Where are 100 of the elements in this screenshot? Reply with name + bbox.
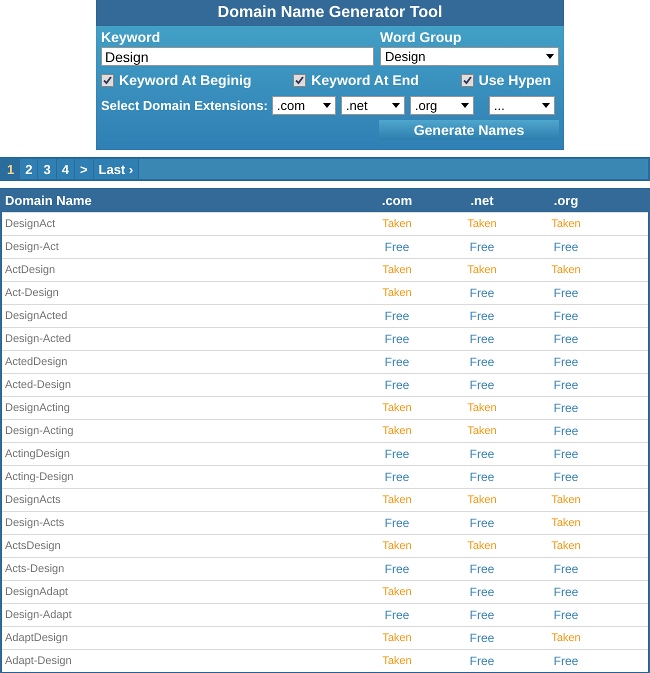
status-cell-text: Free bbox=[468, 608, 496, 622]
status-cell-text: Free bbox=[552, 470, 580, 484]
status-cell-text: Taken bbox=[550, 218, 582, 230]
status-cell-text: Taken bbox=[466, 264, 498, 276]
status-cell-text: Taken bbox=[466, 494, 498, 506]
domain-name-cell-text: Acts-Design bbox=[4, 563, 66, 575]
status-cell-text: Free bbox=[468, 516, 496, 530]
status-cell-text: Taken bbox=[381, 402, 413, 414]
column-header: .org bbox=[552, 192, 580, 208]
status-cell-text: Taken bbox=[381, 655, 413, 667]
domain-name-cell-text: Acted-Design bbox=[4, 379, 72, 391]
keyword-field[interactable]: Design bbox=[101, 47, 374, 66]
domain-name-cell-text: Design-Acts bbox=[4, 517, 66, 529]
status-cell-text: Free bbox=[552, 585, 580, 599]
extension-dropdown[interactable]: .com bbox=[272, 96, 336, 115]
status-cell-text: Free bbox=[468, 332, 496, 346]
domain-name-cell-text: DesignAdapt bbox=[4, 586, 69, 598]
status-cell-text: Free bbox=[468, 470, 496, 484]
status-cell-text: Free bbox=[384, 562, 410, 576]
status-cell-text: Free bbox=[384, 470, 410, 484]
domain-name-cell-text: DesignAct bbox=[4, 218, 56, 230]
option-label: Keyword At End bbox=[311, 72, 419, 88]
status-cell-text: Taken bbox=[550, 540, 582, 552]
keyword-label: Keyword bbox=[101, 29, 162, 45]
status-cell-text: Free bbox=[552, 240, 580, 254]
status-cell-text: Taken bbox=[381, 494, 413, 506]
status-cell-text: Free bbox=[468, 309, 496, 323]
option-label: Use Hypen bbox=[478, 72, 551, 88]
status-cell-text: Taken bbox=[550, 494, 582, 506]
domain-name-cell-text: Act-Design bbox=[4, 287, 60, 299]
caret-icon bbox=[460, 103, 469, 108]
status-cell-text: Free bbox=[552, 562, 580, 576]
status-cell-text: Taken bbox=[550, 517, 582, 529]
status-cell-text: Free bbox=[552, 332, 580, 346]
status-cell-text: Taken bbox=[381, 287, 413, 299]
status-cell-text: Free bbox=[552, 309, 580, 323]
extensions-label: Select Domain Extensions: bbox=[101, 98, 268, 113]
word-group-label: Word Group bbox=[380, 29, 462, 45]
caret-icon bbox=[542, 103, 550, 108]
extension-dropdown[interactable]: .net bbox=[340, 96, 405, 115]
caret-icon bbox=[392, 103, 400, 108]
status-cell-text: Taken bbox=[381, 540, 413, 552]
status-cell-text: Free bbox=[384, 608, 410, 622]
status-cell-text: Free bbox=[468, 378, 496, 392]
status-cell-text: Taken bbox=[466, 402, 498, 414]
domain-name-cell-text: Design-Acted bbox=[4, 333, 72, 345]
extension-dropdown[interactable]: .org bbox=[410, 96, 474, 115]
status-cell-text: Taken bbox=[381, 218, 413, 230]
column-header: .net bbox=[469, 192, 495, 208]
page-link[interactable]: 2 bbox=[20, 159, 38, 179]
domain-name-cell-text: Design-Acting bbox=[4, 425, 74, 437]
domain-name-cell-text: Acting-Design bbox=[4, 471, 74, 483]
status-cell-text: Taken bbox=[466, 425, 498, 437]
status-cell-text: Free bbox=[384, 378, 410, 392]
caret-icon bbox=[322, 103, 331, 108]
page-link[interactable]: 4 bbox=[56, 159, 75, 179]
status-cell-text: Free bbox=[468, 286, 496, 300]
page-link[interactable]: 1 bbox=[2, 159, 20, 179]
status-cell-text: Free bbox=[468, 447, 496, 461]
status-cell-text: Free bbox=[552, 286, 580, 300]
word-group-dropdown[interactable]: Design bbox=[380, 47, 559, 66]
column-header: .com bbox=[380, 192, 414, 208]
domain-name-cell-text: ActingDesign bbox=[4, 448, 71, 460]
status-cell-text: Free bbox=[468, 562, 496, 576]
checkbox[interactable] bbox=[293, 74, 306, 86]
caret-icon bbox=[546, 54, 554, 59]
status-cell-text: Free bbox=[468, 240, 496, 254]
domain-name-cell-text: DesignActs bbox=[4, 494, 62, 506]
domain-name-cell-text: ActDesign bbox=[4, 264, 56, 276]
status-cell-text: Free bbox=[468, 585, 496, 599]
status-cell-text: Taken bbox=[550, 632, 582, 644]
status-cell-text: Taken bbox=[381, 264, 413, 276]
checkbox[interactable] bbox=[460, 74, 474, 86]
status-cell-text: Taken bbox=[550, 264, 582, 276]
domain-name-cell-text: Adapt-Design bbox=[4, 655, 73, 667]
status-cell-text: Free bbox=[468, 631, 496, 645]
page-link[interactable]: > bbox=[74, 159, 94, 179]
domain-name-cell-text: Design-Adapt bbox=[4, 609, 73, 621]
status-cell-text: Free bbox=[384, 516, 410, 530]
status-cell-text: Free bbox=[468, 355, 496, 369]
domain-name-cell-text: Design-Act bbox=[4, 241, 60, 253]
page-link[interactable]: Last › bbox=[94, 159, 140, 179]
status-cell-text: Free bbox=[384, 240, 410, 254]
column-header: Domain Name bbox=[4, 192, 93, 208]
extension-dropdown[interactable]: ... bbox=[488, 96, 555, 115]
status-cell-text: Free bbox=[552, 378, 580, 392]
checkbox[interactable] bbox=[101, 74, 114, 86]
status-cell-text: Free bbox=[552, 355, 580, 369]
domain-name-cell-text: DesignActing bbox=[4, 402, 71, 414]
domain-name-cell-text: ActedDesign bbox=[4, 356, 68, 368]
status-cell-text: Free bbox=[552, 401, 580, 415]
generate-names-button[interactable]: Generate Names bbox=[379, 120, 559, 140]
status-cell-text: Taken bbox=[381, 586, 413, 598]
status-cell-text: Free bbox=[384, 355, 410, 369]
status-cell-text: Free bbox=[552, 424, 580, 438]
page-link[interactable]: 3 bbox=[38, 159, 57, 179]
domain-name-cell-text: ActsDesign bbox=[4, 540, 62, 552]
status-cell-text: Taken bbox=[381, 425, 413, 437]
status-cell-text: Free bbox=[384, 332, 410, 346]
status-cell-text: Free bbox=[552, 447, 580, 461]
